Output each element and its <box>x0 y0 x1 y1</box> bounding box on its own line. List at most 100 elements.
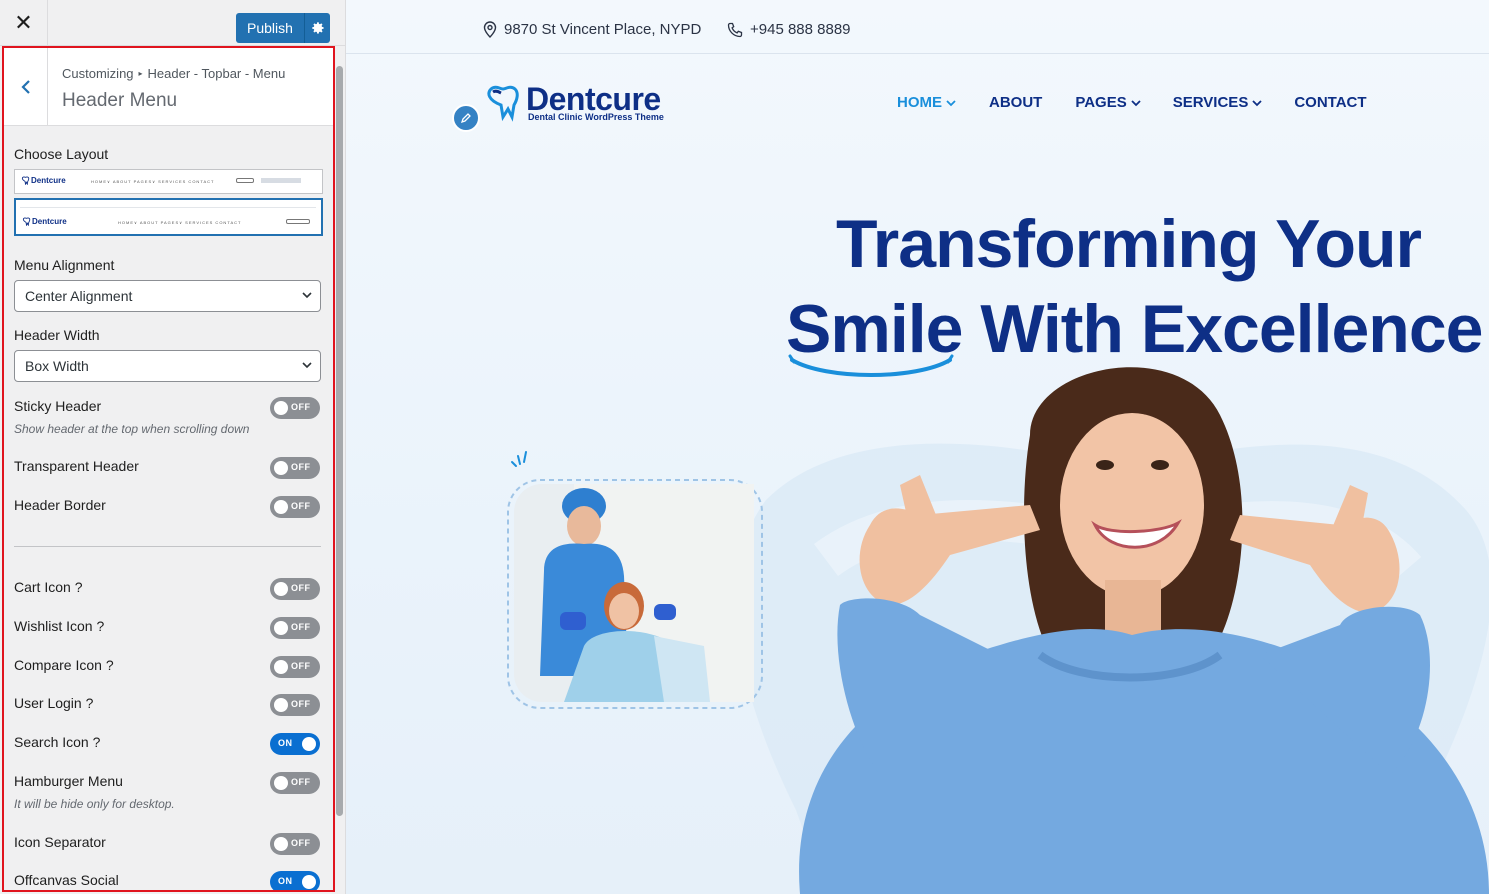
logo-name: Dentcure <box>526 81 661 117</box>
customizer-sidebar: ✕ Publish Customizing ▸ Header - Topbar - … <box>0 0 346 894</box>
offcanvas-social-toggle[interactable]: ON <box>270 871 320 890</box>
offcanvas-social-label: Offcanvas Social <box>14 872 119 888</box>
nav-item-contact[interactable]: CONTACT <box>1294 94 1366 111</box>
breadcrumb-separator-icon: ▸ <box>138 69 143 78</box>
header-width-select[interactable]: Box Width <box>14 350 321 382</box>
sidebar-scrollbar[interactable] <box>336 66 343 816</box>
chevron-left-icon <box>20 80 30 94</box>
toggle-knob <box>274 401 288 415</box>
cart-icon-toggle[interactable]: OFF <box>270 578 320 600</box>
menu-alignment-value: Center Alignment <box>25 288 133 304</box>
logo-tagline: Dental Clinic WordPress Theme <box>528 112 664 122</box>
layout-option-2[interactable]: Dentcure HOME∨ ABOUT PAGES∨ SERVICES CON… <box>14 198 323 236</box>
nav-label: HOME <box>897 94 942 111</box>
toggle-state: ON <box>278 738 293 748</box>
choose-layout-label: Choose Layout <box>14 146 109 162</box>
toggle-knob <box>302 737 316 751</box>
header-border-label: Header Border <box>14 497 106 513</box>
hamburger-menu-toggle[interactable]: OFF <box>270 772 320 794</box>
phone-item: +945 888 8889 <box>727 21 851 38</box>
toggle-state: OFF <box>291 583 311 593</box>
menu-alignment-select[interactable]: Center Alignment <box>14 280 321 312</box>
layout-1-nav: HOME∨ ABOUT PAGES∨ SERVICES CONTACT <box>91 179 215 184</box>
close-icon: ✕ <box>14 10 33 35</box>
wishlist-icon-toggle[interactable]: OFF <box>270 617 320 639</box>
sticky-header-label: Sticky Header <box>14 398 102 414</box>
section-divider <box>14 546 321 547</box>
nav-item-pages[interactable]: PAGES <box>1075 94 1141 111</box>
toggle-knob <box>274 461 288 475</box>
nav-label: PAGES <box>1075 94 1127 111</box>
header-width-label: Header Width <box>14 327 100 343</box>
address-item: 9870 St Vincent Place, NYPD <box>483 21 701 38</box>
header-border-toggle[interactable]: OFF <box>270 496 320 518</box>
close-customizer-button[interactable]: ✕ <box>0 0 48 46</box>
hamburger-menu-label: Hamburger Menu <box>14 773 123 789</box>
chevron-down-icon <box>946 99 956 106</box>
section-panel: Customizing ▸ Header - Topbar - Menu Heade… <box>4 48 333 890</box>
search-icon-label: Search Icon ? <box>14 734 101 750</box>
toggle-state: OFF <box>291 501 311 511</box>
phone-icon <box>727 22 743 37</box>
toggle-knob <box>274 500 288 514</box>
compare-icon-label: Compare Icon ? <box>14 657 114 673</box>
nav-label: SERVICES <box>1172 94 1249 111</box>
header-width-value: Box Width <box>25 358 89 374</box>
nav-item-services[interactable]: SERVICES <box>1173 94 1263 111</box>
toggle-state: OFF <box>291 699 311 709</box>
address-text: 9870 St Vincent Place, NYPD <box>504 21 702 38</box>
layout-option-1[interactable]: Dentcure HOME∨ ABOUT PAGES∨ SERVICES CON… <box>14 169 323 194</box>
panel-header: Customizing ▸ Header - Topbar - Menu Heade… <box>4 48 333 126</box>
toggle-state: OFF <box>291 838 311 848</box>
layout-2-topbar <box>20 203 316 208</box>
layout-2-logo: Dentcure <box>32 217 67 226</box>
transparent-header-label: Transparent Header <box>14 458 139 474</box>
layout-2-icons <box>286 219 310 224</box>
toggle-state: OFF <box>291 622 311 632</box>
toggle-state: OFF <box>291 661 311 671</box>
toggle-knob <box>274 660 288 674</box>
nav-item-home[interactable]: HOME <box>897 94 956 111</box>
breadcrumb-item: Header - Topbar - Menu <box>147 66 286 81</box>
hamburger-menu-description: It will be hide only for desktop. <box>14 797 175 811</box>
wishlist-icon-label: Wishlist Icon ? <box>14 618 105 634</box>
layout-1-icons <box>236 178 254 183</box>
publish-settings-gear-icon[interactable] <box>304 13 330 43</box>
transparent-header-toggle[interactable]: OFF <box>270 457 320 479</box>
toggle-knob <box>274 837 288 851</box>
mini-tooth-logo-icon <box>22 217 31 226</box>
nav-item-about[interactable]: ABOUT <box>989 94 1042 111</box>
icon-separator-toggle[interactable]: OFF <box>270 833 320 855</box>
hero-woman-image <box>799 367 1489 894</box>
nav-label: CONTACT <box>1294 94 1367 111</box>
publish-button[interactable]: Publish <box>236 13 330 43</box>
toggle-knob <box>274 698 288 712</box>
breadcrumb: Customizing ▸ Header - Topbar - Menu <box>62 66 285 81</box>
layout-1-logo: Dentcure <box>31 176 66 185</box>
site-topbar: 9870 St Vincent Place, NYPD +945 888 888… <box>346 4 1489 54</box>
chevron-down-icon <box>302 362 312 369</box>
tooth-logo-icon <box>487 85 519 122</box>
toggle-knob <box>274 776 288 790</box>
compare-icon-toggle[interactable]: OFF <box>270 656 320 678</box>
icon-separator-label: Icon Separator <box>14 834 106 850</box>
nav-label: ABOUT <box>989 94 1043 111</box>
user-login-label: User Login ? <box>14 695 94 711</box>
search-icon-toggle[interactable]: ON <box>270 733 320 755</box>
sparkle-lines-icon <box>511 451 527 467</box>
site-preview: 9870 St Vincent Place, NYPD +945 888 888… <box>346 0 1489 894</box>
panel-title: Header Menu <box>62 90 178 111</box>
breadcrumb-item: Customizing <box>62 66 134 81</box>
sticky-header-toggle[interactable]: OFF <box>270 397 320 419</box>
mini-tooth-logo-icon <box>21 176 30 185</box>
toggle-state: ON <box>278 876 293 886</box>
section-panel-highlighted: Customizing ▸ Header - Topbar - Menu Heade… <box>2 46 335 892</box>
chevron-down-icon <box>1131 99 1141 106</box>
back-button[interactable] <box>4 48 48 126</box>
toggle-state: OFF <box>291 402 311 412</box>
location-pin-icon <box>483 21 497 38</box>
customizer-header: ✕ Publish <box>0 0 345 46</box>
publish-label: Publish <box>247 20 293 36</box>
user-login-toggle[interactable]: OFF <box>270 694 320 716</box>
edit-shortcut-pencil-icon[interactable] <box>452 104 480 132</box>
